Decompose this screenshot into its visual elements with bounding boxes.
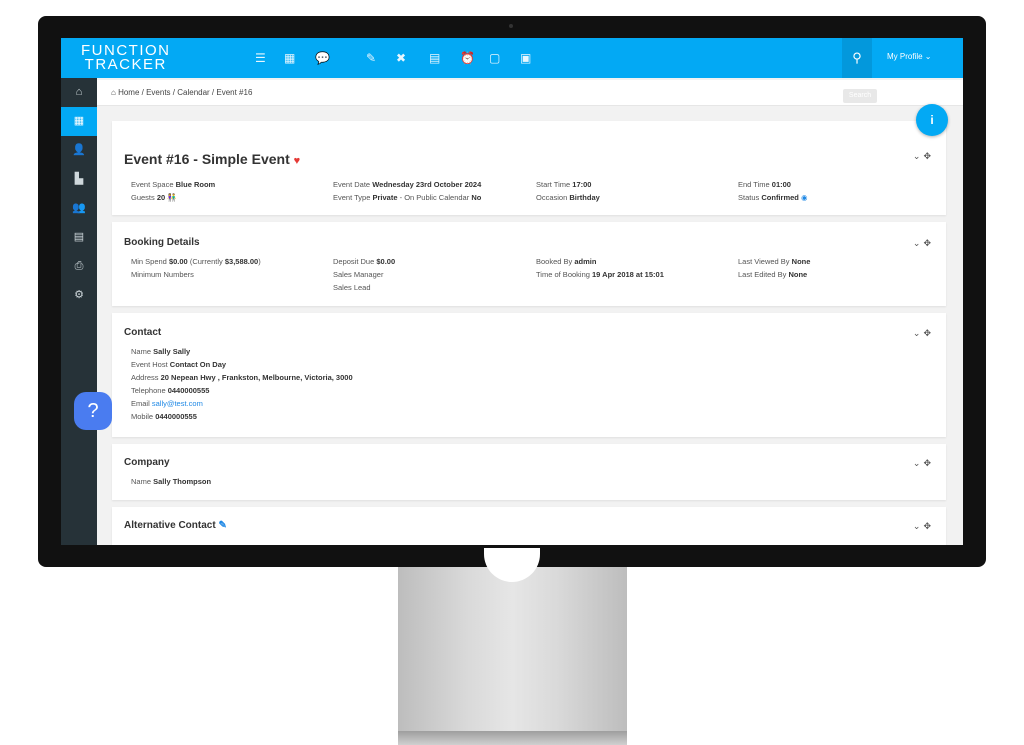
section-title: Alternative Contact ✎ xyxy=(124,520,227,531)
calendar-icon[interactable]: ▦ xyxy=(61,107,97,136)
last-viewed-by: Last Viewed By None xyxy=(738,257,811,266)
telephone: Telephone 0440000555 xyxy=(131,386,210,395)
section-title: Company xyxy=(124,457,170,468)
contacts-icon[interactable]: 👥 xyxy=(61,194,97,223)
chevron-down-icon[interactable]: ⌄ xyxy=(913,521,924,531)
people-icon: 👫 xyxy=(167,193,177,202)
database-icon[interactable]: ▤ xyxy=(61,223,97,252)
guests: Guests 20 👫 xyxy=(131,193,177,202)
move-icon[interactable]: ✥ xyxy=(923,151,934,161)
section-title: Contact xyxy=(124,327,162,338)
alarm-icon[interactable]: ⏰ xyxy=(460,51,475,65)
help-button[interactable]: ? xyxy=(74,392,112,430)
event-host: Event Host Contact On Day xyxy=(131,360,227,369)
chevron-down-icon[interactable]: ⌄ xyxy=(913,328,924,338)
home-icon: ⌂ xyxy=(111,88,116,97)
card-controls[interactable]: ⌄✥ xyxy=(913,238,934,249)
occasion: Occasion Birthday xyxy=(536,193,600,202)
info-button[interactable]: i xyxy=(916,104,948,136)
status: Status Confirmed ◉ xyxy=(738,193,808,202)
search-button[interactable]: ⚲ xyxy=(842,38,872,78)
heart-icon[interactable]: ♥ xyxy=(294,155,301,167)
section-title: Booking Details xyxy=(124,237,200,248)
move-icon[interactable]: ✥ xyxy=(923,458,934,468)
calendar-icon[interactable]: ▦ xyxy=(284,51,295,65)
company-name: Name Sally Thompson xyxy=(131,477,212,486)
breadcrumb-events[interactable]: Events xyxy=(146,88,170,97)
email-link[interactable]: sally@test.com xyxy=(152,399,203,408)
min-spend: Min Spend $0.00 (Currently $3,588.00) xyxy=(131,257,261,266)
address: Address 20 Nepean Hwy , Frankston, Melbo… xyxy=(131,373,353,382)
move-icon[interactable]: ✥ xyxy=(923,328,934,338)
event-date: Event Date Wednesday 23rd October 2024 xyxy=(333,180,482,189)
profile-label: My Profile xyxy=(887,52,923,61)
sales-manager: Sales Manager xyxy=(333,270,384,279)
logo-line: TRACKER xyxy=(84,56,167,73)
start-time: Start Time 17:00 xyxy=(536,180,592,189)
search-button-small[interactable]: Search xyxy=(843,89,877,103)
question-icon: ? xyxy=(87,400,99,422)
screen: FUNCTION TRACKER ☰ ▦ 💬 ✎ ✖ ▤ ⏰ ▢ ▣ ⚲ My P… xyxy=(61,38,963,545)
file-icon[interactable]: ▢ xyxy=(489,51,500,65)
printer-icon[interactable]: ⎙ xyxy=(61,252,97,281)
tools-icon[interactable]: ✖ xyxy=(396,51,406,65)
deposit-due: Deposit Due $0.00 xyxy=(333,257,396,266)
move-icon[interactable]: ✥ xyxy=(923,238,934,248)
time-of-booking: Time of Booking 19 Apr 2018 at 15:01 xyxy=(536,270,664,279)
monitor-stand xyxy=(398,567,627,735)
edit-icon[interactable]: ✎ xyxy=(366,51,376,65)
company-card: Company ⌄✥ Name Sally Thompson xyxy=(112,444,946,500)
gear-icon[interactable]: ⚙ xyxy=(61,281,97,310)
user-icon[interactable]: 👤 xyxy=(61,136,97,165)
breadcrumb-calendar[interactable]: Calendar xyxy=(177,88,209,97)
email: Email sally@test.com xyxy=(131,399,203,408)
booked-by: Booked By admin xyxy=(536,257,597,266)
list-icon[interactable]: ☰ xyxy=(255,51,266,65)
alternative-contact-card: Alternative Contact ✎ ⌄✥ xyxy=(112,507,946,545)
event-space: Event Space Blue Room xyxy=(131,180,216,189)
document-icon[interactable]: ▤ xyxy=(429,51,440,65)
sales-lead: Sales Lead xyxy=(333,283,371,292)
edit-icon[interactable]: ✎ xyxy=(218,520,226,531)
last-edited-by: Last Edited By None xyxy=(738,270,808,279)
folder-icon[interactable]: ▣ xyxy=(520,51,531,65)
profile-menu[interactable]: My Profile ⌄ xyxy=(887,52,932,61)
minimum-numbers: Minimum Numbers xyxy=(131,270,194,279)
card-controls[interactable]: ⌄✥ xyxy=(913,521,934,532)
contact-name: Name Sally Sally xyxy=(131,347,191,356)
search-icon: ⚲ xyxy=(852,50,862,65)
home-icon[interactable]: ⌂ xyxy=(61,78,97,107)
building-icon[interactable]: ▙ xyxy=(61,165,97,194)
contact-card: Contact ⌄✥ Name Sally Sally Event Host C… xyxy=(112,313,946,437)
chevron-down-icon[interactable]: ⌄ xyxy=(913,151,924,161)
chevron-down-icon[interactable]: ⌄ xyxy=(913,238,924,248)
chat-icon[interactable]: 💬 xyxy=(315,51,330,65)
info-icon: i xyxy=(930,113,934,127)
page-title: Event #16 - Simple Event ♥ xyxy=(124,151,301,167)
camera xyxy=(509,24,513,28)
top-navbar: FUNCTION TRACKER ☰ ▦ 💬 ✎ ✖ ▤ ⏰ ▢ ▣ ⚲ My P… xyxy=(61,38,963,78)
logo[interactable]: FUNCTION TRACKER xyxy=(81,43,171,73)
sidebar: ⌂ ▦ 👤 ▙ 👥 ▤ ⎙ ⚙ xyxy=(61,78,97,545)
card-controls[interactable]: ⌄✥ xyxy=(913,151,934,162)
event-card: Event #16 - Simple Event ♥ ⌄✥ Event Spac… xyxy=(112,121,946,215)
stand-base xyxy=(398,731,627,745)
chevron-down-icon[interactable]: ⌄ xyxy=(913,458,924,468)
card-controls[interactable]: ⌄✥ xyxy=(913,458,934,469)
eye-icon[interactable]: ◉ xyxy=(801,193,808,202)
end-time: End Time 01:00 xyxy=(738,180,791,189)
breadcrumb-current: Event #16 xyxy=(216,88,253,97)
card-controls[interactable]: ⌄✥ xyxy=(913,328,934,339)
breadcrumb: ⌂ Home / Events / Calendar / Event #16 xyxy=(97,80,963,106)
mobile: Mobile 0440000555 xyxy=(131,412,197,421)
booking-card: Booking Details ⌄✥ Min Spend $0.00 (Curr… xyxy=(112,222,946,306)
breadcrumb-home[interactable]: Home xyxy=(118,88,139,97)
event-type: Event Type Private - On Public Calendar … xyxy=(333,193,482,202)
move-icon[interactable]: ✥ xyxy=(923,521,934,531)
chevron-down-icon: ⌄ xyxy=(924,52,932,61)
